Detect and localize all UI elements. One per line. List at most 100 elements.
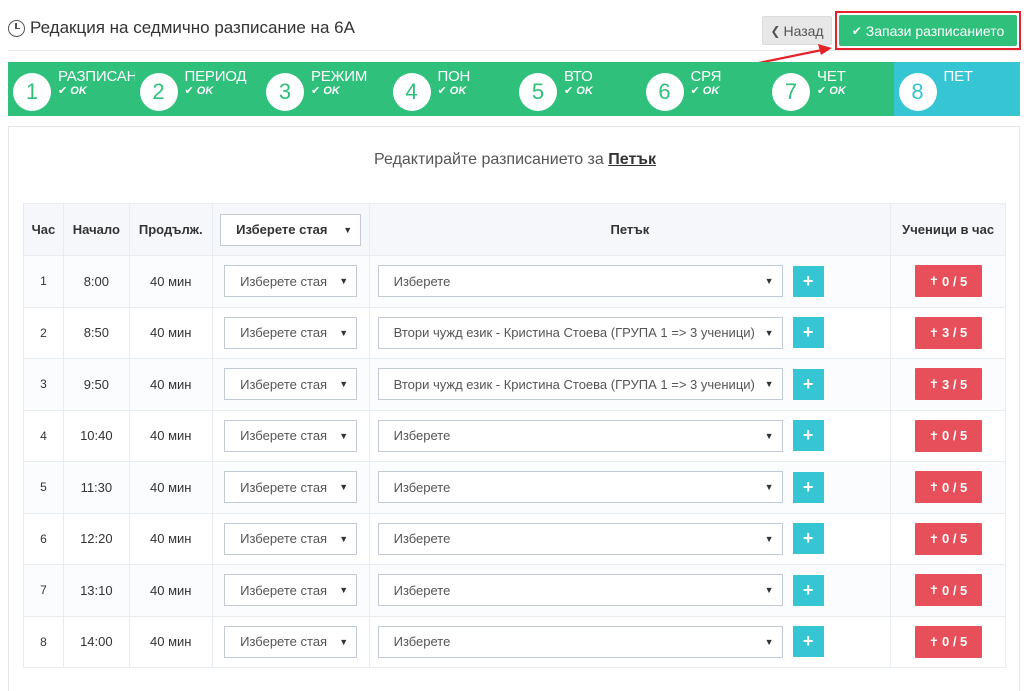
person-icon: ✝ (928, 583, 939, 598)
students-count: 0 / 5 (941, 273, 968, 289)
students-count-button[interactable]: ✝ 3 / 5 (914, 368, 982, 401)
room-select[interactable]: Изберете стая ▼ (224, 522, 358, 555)
step-status: ✔ OK (311, 84, 340, 97)
hour-cell: 7 (23, 564, 64, 617)
step-status: ✔ OK (564, 84, 593, 97)
subject-select[interactable]: Изберете ▼ (377, 471, 783, 504)
students-count-button[interactable]: ✝ 0 / 5 (914, 265, 982, 298)
start-cell: 8:50 (62, 306, 130, 359)
room-select-value: Изберете стая (240, 479, 328, 495)
start-cell: 11:30 (62, 461, 130, 514)
wizard-step-5[interactable]: 5 ВТО ✔ OK (514, 62, 641, 116)
students-count-button[interactable]: ✝ 3 / 5 (914, 316, 982, 349)
table-row: 2 8:50 40 мин Изберете стая ▼ Втори чужд език… (23, 306, 1006, 359)
room-cell: Изберете стая ▼ (211, 564, 370, 617)
duration-cell: 40 мин (128, 255, 213, 308)
check-icon: ✔ (564, 85, 577, 97)
step-status: ✔ OK (817, 84, 846, 97)
wizard-steps: 1 РАЗПИСАН ✔ OK 2 ПЕРИОД ✔ OK 3 РЕЖИМ ✔ OK 4 ПОН ✔ … (8, 62, 1020, 116)
subtitle-day: Петък (608, 151, 656, 168)
col-header-students: Ученици в час (890, 203, 1006, 256)
room-select[interactable]: Изберете стая ▼ (224, 419, 358, 452)
wizard-step-7[interactable]: 7 ЧЕТ ✔ OK (767, 62, 894, 116)
page-title: Редакция на седмично разписание на 6А (8, 18, 355, 38)
subject-select[interactable]: Изберете ▼ (377, 419, 783, 452)
subject-select[interactable]: Изберете ▼ (377, 265, 783, 298)
schedule-panel: Редактирайте разписанието за Петък Час Н… (8, 126, 1020, 691)
wizard-step-6[interactable]: 6 СРЯ ✔ OK (640, 62, 767, 116)
wizard-step-8[interactable]: 8 ПЕТ (893, 62, 1020, 116)
caret-down-icon: ▼ (339, 585, 349, 596)
room-select-all[interactable]: Изберете стая ▼ (220, 213, 362, 246)
step-status-text: OK (576, 85, 593, 97)
students-count-button[interactable]: ✝ 0 / 5 (914, 471, 982, 504)
students-count: 0 / 5 (941, 428, 968, 444)
save-schedule-button[interactable]: ✔ Запази разписанието (839, 15, 1017, 46)
start-cell: 10:40 (62, 409, 130, 462)
table-row: 3 9:50 40 мин Изберете стая ▼ Втори чужд език… (23, 358, 1006, 411)
wizard-step-3[interactable]: 3 РЕЖИМ ✔ OK (261, 62, 388, 116)
subject-select[interactable]: Изберете ▼ (377, 522, 783, 555)
room-select-value: Изберете стая (240, 428, 328, 444)
add-subject-button[interactable]: + (792, 626, 824, 658)
students-count: 0 / 5 (941, 479, 968, 495)
schedule-table: Час Начало Продълж. Изберете стая ▼ Петъ… (23, 203, 1006, 668)
add-subject-button[interactable]: + (792, 265, 824, 297)
add-subject-button[interactable]: + (792, 523, 824, 555)
step-number: 8 (898, 73, 937, 111)
room-select[interactable]: Изберете стая ▼ (224, 316, 358, 349)
plus-icon: + (802, 476, 814, 497)
person-icon: ✝ (928, 428, 939, 443)
col-header-duration: Продълж. (128, 203, 213, 256)
plus-icon: + (802, 270, 814, 291)
step-number: 2 (139, 73, 178, 111)
students-count-button[interactable]: ✝ 0 / 5 (914, 625, 982, 658)
duration-cell: 40 мин (128, 306, 213, 359)
wizard-step-2[interactable]: 2 ПЕРИОД ✔ OK (134, 62, 261, 116)
table-header-row: Час Начало Продълж. Изберете стая ▼ Петъ… (23, 203, 1006, 256)
step-label: РАЗПИСАН (58, 68, 138, 85)
students-count: 0 / 5 (941, 531, 968, 547)
step-status-text: OK (70, 85, 87, 97)
room-cell: Изберете стая ▼ (211, 512, 370, 565)
students-cell: ✝ 0 / 5 (890, 512, 1006, 565)
add-subject-button[interactable]: + (792, 317, 824, 349)
subject-select[interactable]: Изберете ▼ (377, 625, 783, 658)
step-status-text: OK (449, 85, 467, 97)
room-select[interactable]: Изберете стая ▼ (224, 574, 358, 607)
wizard-step-4[interactable]: 4 ПОН ✔ OK (387, 62, 514, 116)
room-select[interactable]: Изберете стая ▼ (224, 368, 358, 401)
wizard-step-1[interactable]: 1 РАЗПИСАН ✔ OK (8, 62, 138, 116)
subject-cell: Изберете ▼ + (368, 615, 892, 668)
add-subject-button[interactable]: + (792, 471, 824, 503)
add-subject-button[interactable]: + (792, 420, 824, 452)
table-row: 6 12:20 40 мин Изберете стая ▼ Изберете ▼ + ✝ 0 /… (23, 512, 1006, 565)
subject-select[interactable]: Втори чужд език - Кристина Стоева (ГРУПА… (377, 368, 783, 401)
step-label: РЕЖИМ (311, 68, 368, 85)
caret-down-icon: ▼ (343, 224, 353, 235)
plus-icon: + (802, 579, 814, 600)
add-subject-button[interactable]: + (792, 574, 824, 606)
students-count-button[interactable]: ✝ 0 / 5 (914, 574, 982, 607)
room-select[interactable]: Изберете стая ▼ (224, 471, 358, 504)
check-icon: ✔ (817, 85, 830, 97)
students-count-button[interactable]: ✝ 0 / 5 (914, 522, 982, 555)
room-select-value: Изберете стая (240, 376, 328, 392)
hour-cell: 5 (23, 461, 64, 514)
hour-cell: 1 (23, 255, 64, 308)
students-count-button[interactable]: ✝ 0 / 5 (914, 419, 982, 452)
room-select[interactable]: Изберете стая ▼ (224, 625, 358, 658)
room-select[interactable]: Изберете стая ▼ (224, 265, 358, 298)
room-select-all-label: Изберете стая (236, 222, 328, 237)
caret-down-icon: ▼ (764, 482, 774, 493)
subject-cell: Втори чужд език - Кристина Стоева (ГРУПА… (368, 358, 892, 411)
students-cell: ✝ 3 / 5 (890, 358, 1006, 411)
caret-down-icon: ▼ (339, 379, 349, 390)
panel-subtitle: Редактирайте разписанието за Петък (9, 151, 1021, 169)
person-icon: ✝ (928, 325, 939, 340)
caret-down-icon: ▼ (339, 276, 349, 287)
subject-select[interactable]: Изберете ▼ (377, 574, 783, 607)
check-icon: ✔ (851, 23, 862, 38)
subject-select[interactable]: Втори чужд език - Кристина Стоева (ГРУПА… (377, 316, 783, 349)
add-subject-button[interactable]: + (792, 368, 824, 400)
